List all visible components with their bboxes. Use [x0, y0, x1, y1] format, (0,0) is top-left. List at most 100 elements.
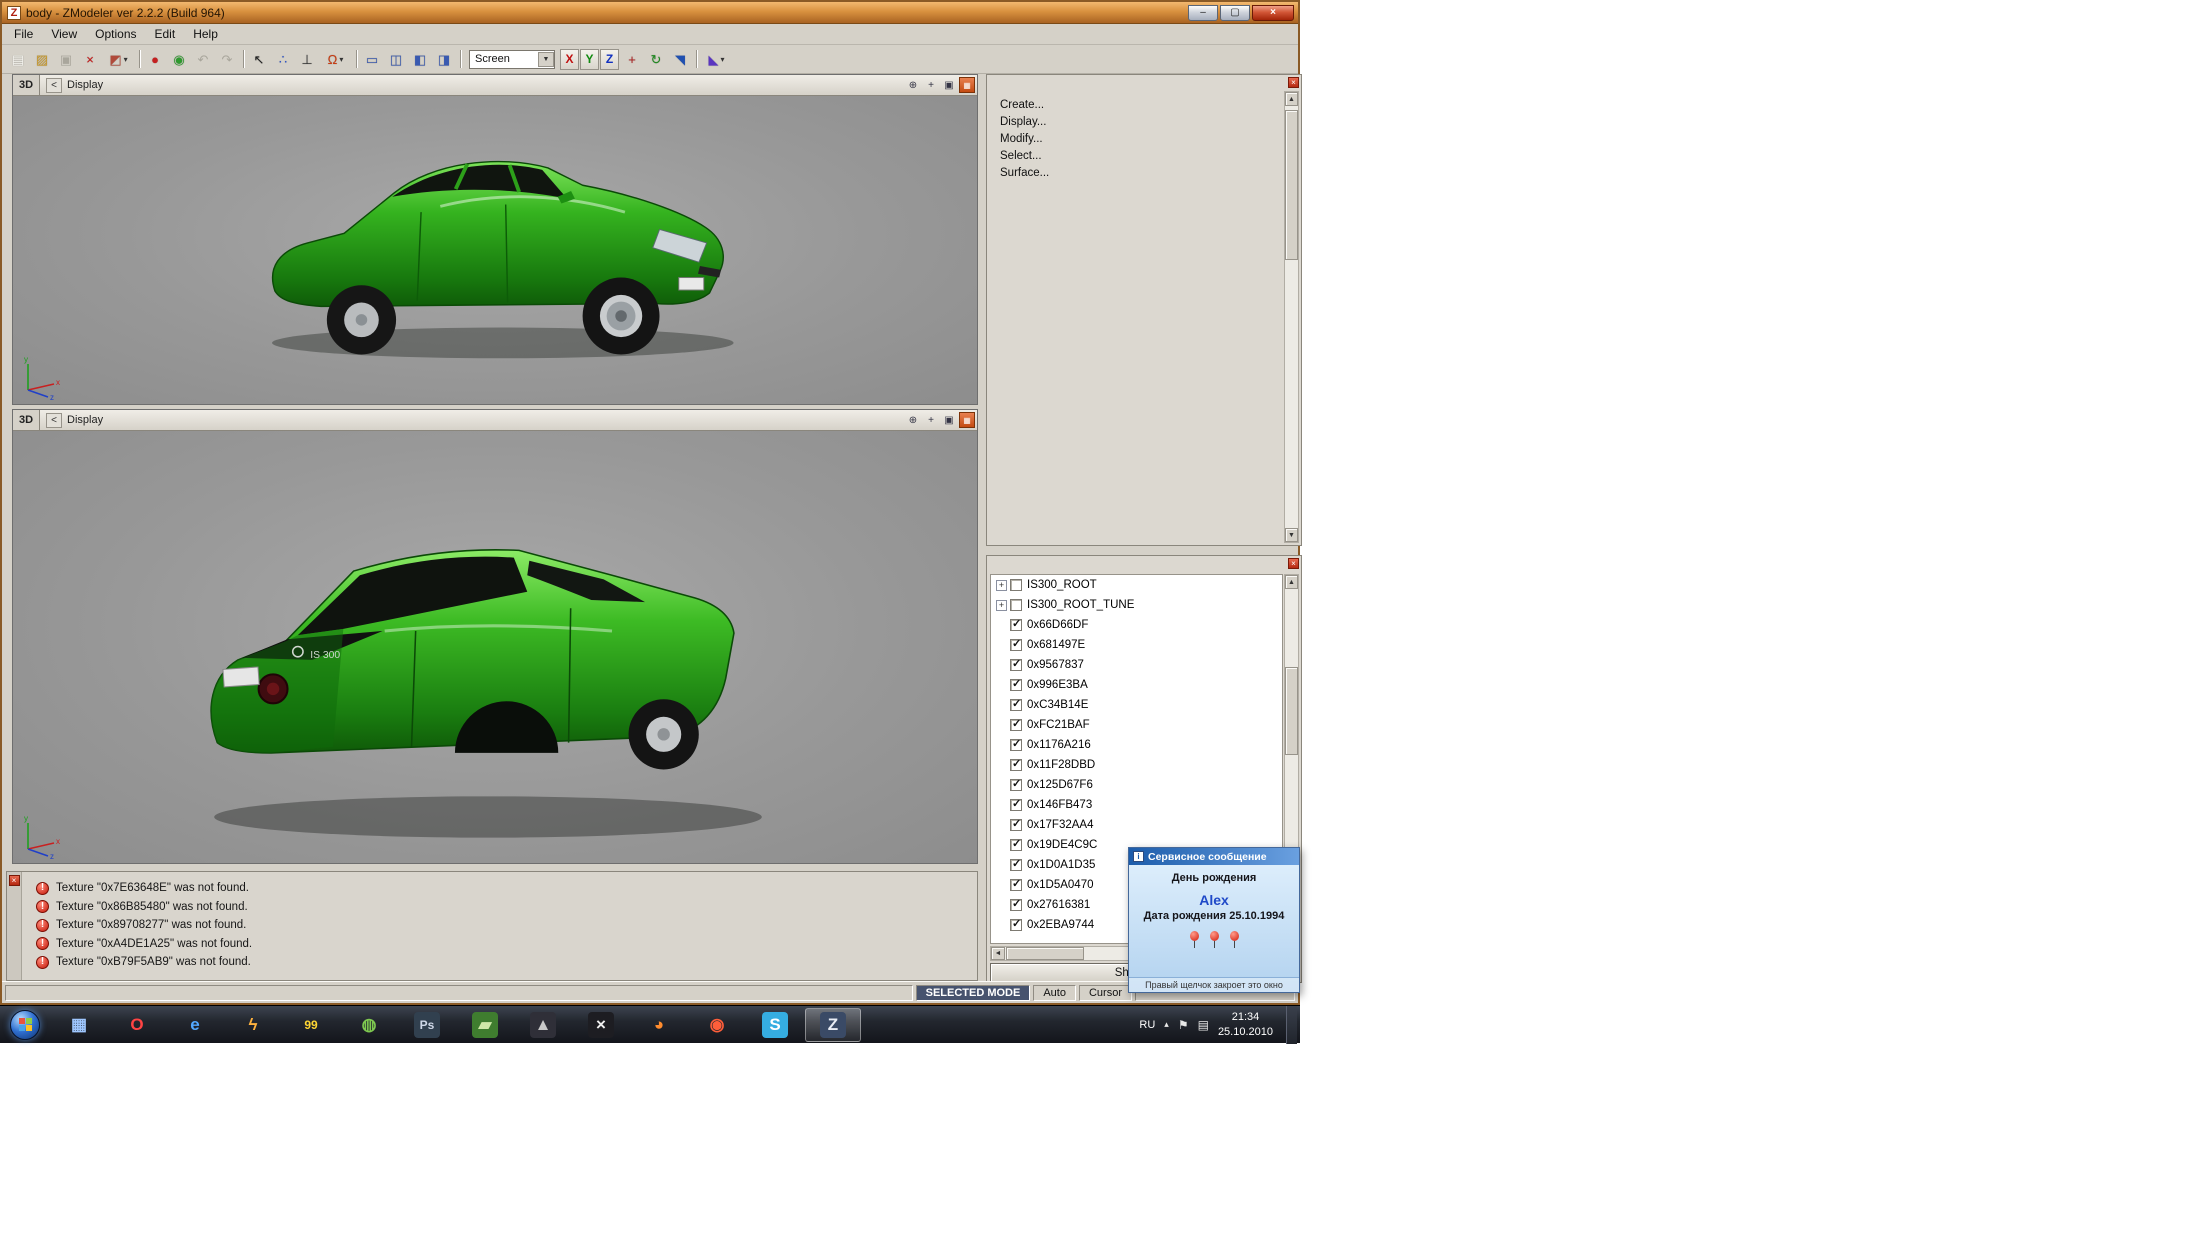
command-menu-item[interactable]: Select... [989, 148, 1283, 165]
tray-network-icon[interactable]: ▤ [1198, 1019, 1209, 1031]
viewport-mode-tab[interactable]: 3D [13, 410, 40, 430]
viewport-layout-2-icon[interactable]: ◫ [384, 48, 408, 71]
snap-magnet-icon[interactable]: Ω [319, 48, 352, 71]
restore-button[interactable]: ▢ [1220, 5, 1250, 21]
viewport-layout-4-icon[interactable]: ◨ [432, 48, 456, 71]
visibility-checkbox[interactable] [1010, 899, 1022, 911]
language-indicator[interactable]: RU [1139, 1019, 1155, 1031]
maximize-icon[interactable]: ▣ [941, 412, 957, 428]
screen-mode-select[interactable]: Screen [469, 50, 555, 69]
zoom-icon[interactable]: ⊕ [905, 77, 921, 93]
command-menu-item[interactable]: Display... [989, 114, 1283, 131]
taskbar-photoshop-icon[interactable]: Ps [399, 1008, 455, 1042]
tray-expand-icon[interactable]: ▴ [1164, 1019, 1169, 1030]
visibility-checkbox[interactable] [1010, 799, 1022, 811]
visibility-checkbox[interactable] [1010, 839, 1022, 851]
visibility-checkbox[interactable] [1010, 639, 1022, 651]
visibility-checkbox[interactable] [1010, 579, 1022, 591]
tree-item[interactable]: IS300_ROOT [991, 575, 1282, 595]
viewport-view-label[interactable]: Display [67, 79, 103, 91]
taskbar-game-icon[interactable]: ▲ [515, 1008, 571, 1042]
viewport-alert-icon[interactable]: ▦ [959, 412, 975, 428]
log-close-icon[interactable] [9, 875, 20, 886]
menu-item[interactable]: Help [184, 25, 227, 43]
taskbar-media-icon[interactable]: ◉ [689, 1008, 745, 1042]
scroll-thumb[interactable] [1285, 110, 1298, 260]
pan-icon[interactable]: + [923, 77, 939, 93]
service-message-popup[interactable]: Сервисное сообщение День рождения Alex Д… [1128, 847, 1300, 993]
scroll-thumb[interactable] [1285, 667, 1298, 755]
expand-icon[interactable] [996, 580, 1007, 591]
menu-item[interactable]: Options [86, 25, 145, 43]
select-icon[interactable]: ↖ [247, 48, 271, 71]
taskbar-winamp-icon[interactable]: ϟ [225, 1008, 281, 1042]
scroll-down-icon[interactable] [1285, 528, 1298, 542]
taskbar-ie-icon[interactable]: e [167, 1008, 223, 1042]
taskbar-browser-icon[interactable]: ◍ [341, 1008, 397, 1042]
start-button[interactable] [10, 1010, 40, 1040]
taskbar-firefox-icon[interactable]: ◕ [631, 1008, 687, 1042]
light-tool-icon[interactable]: ◣ [700, 48, 733, 71]
tree-item[interactable]: 0xC34B14E [991, 695, 1282, 715]
command-menu-item[interactable]: Create... [989, 97, 1283, 114]
scroll-up-icon[interactable] [1285, 92, 1298, 106]
visibility-checkbox[interactable] [1010, 739, 1022, 751]
viewport-alert-icon[interactable]: ▦ [959, 77, 975, 93]
menu-item[interactable]: File [5, 25, 42, 43]
command-menu-item[interactable]: Modify... [989, 131, 1283, 148]
tree-item[interactable]: 0xFC21BAF [991, 715, 1282, 735]
axis-z-button[interactable]: Z [600, 49, 619, 70]
viewport-layout-3-icon[interactable]: ◧ [408, 48, 432, 71]
visibility-checkbox[interactable] [1010, 919, 1022, 931]
panel-close-icon[interactable] [1288, 558, 1299, 569]
scroll-thumb[interactable] [1006, 947, 1084, 960]
viewport-canvas[interactable]: y x z [13, 96, 977, 404]
viewport-view-label[interactable]: Display [67, 414, 103, 426]
visibility-checkbox[interactable] [1010, 699, 1022, 711]
render-icon[interactable]: ● [143, 48, 167, 71]
filters-icon[interactable]: ◉ [167, 48, 191, 71]
pan-icon[interactable]: + [923, 412, 939, 428]
taskbar-modeling-icon[interactable]: × [573, 1008, 629, 1042]
taskbar-grid-icon[interactable]: ▦ [51, 1008, 107, 1042]
rotate-tool-icon[interactable]: ↻ [644, 48, 668, 71]
visibility-checkbox[interactable] [1010, 759, 1022, 771]
taskbar-opera-icon[interactable]: O [109, 1008, 165, 1042]
viewport-mode-tab[interactable]: 3D [13, 75, 40, 95]
move-tool-icon[interactable]: + [620, 48, 644, 71]
tray-flag-icon[interactable]: ⚑ [1178, 1019, 1189, 1031]
tree-item[interactable]: 0x9567837 [991, 655, 1282, 675]
scale-tool-icon[interactable]: ◥ [668, 48, 692, 71]
visibility-checkbox[interactable] [1010, 779, 1022, 791]
panel-close-icon[interactable] [1288, 77, 1299, 88]
command-menu-item[interactable]: Surface... [989, 165, 1283, 182]
tree-item[interactable]: 0x125D67F6 [991, 775, 1282, 795]
menu-item[interactable]: Edit [146, 25, 185, 43]
taskbar-skype-icon[interactable]: S [747, 1008, 803, 1042]
visibility-checkbox[interactable] [1010, 819, 1022, 831]
close-button[interactable]: × [1252, 5, 1294, 21]
scroll-left-icon[interactable] [991, 947, 1005, 960]
viewport-back-button[interactable]: < [46, 78, 62, 93]
axis-x-button[interactable]: X [560, 49, 579, 70]
scroll-up-icon[interactable] [1285, 575, 1298, 589]
menu-item[interactable]: View [42, 25, 86, 43]
tree-item[interactable]: 0x996E3BA [991, 675, 1282, 695]
visibility-checkbox[interactable] [1010, 599, 1022, 611]
taskbar-clock[interactable]: 21:34 25.10.2010 [1218, 1010, 1273, 1039]
taskbar-messenger-icon[interactable]: 99 [283, 1008, 339, 1042]
viewport-layout-1-icon[interactable]: ▭ [360, 48, 384, 71]
zoom-icon[interactable]: ⊕ [905, 412, 921, 428]
viewport-back-button[interactable]: < [46, 413, 62, 428]
delete-icon[interactable]: × [78, 48, 102, 71]
visibility-checkbox[interactable] [1010, 659, 1022, 671]
tree-item[interactable]: IS300_ROOT_TUNE [991, 595, 1282, 615]
taskbar-vegas-icon[interactable]: ▰ [457, 1008, 513, 1042]
viewport-canvas[interactable]: IS 300 y x z [13, 431, 977, 863]
expand-icon[interactable] [996, 600, 1007, 611]
maximize-icon[interactable]: ▣ [941, 77, 957, 93]
tree-item[interactable]: 0x146FB473 [991, 795, 1282, 815]
visibility-checkbox[interactable] [1010, 719, 1022, 731]
tree-item[interactable]: 0x1176A216 [991, 735, 1282, 755]
tree-item[interactable]: 0x11F28DBD [991, 755, 1282, 775]
